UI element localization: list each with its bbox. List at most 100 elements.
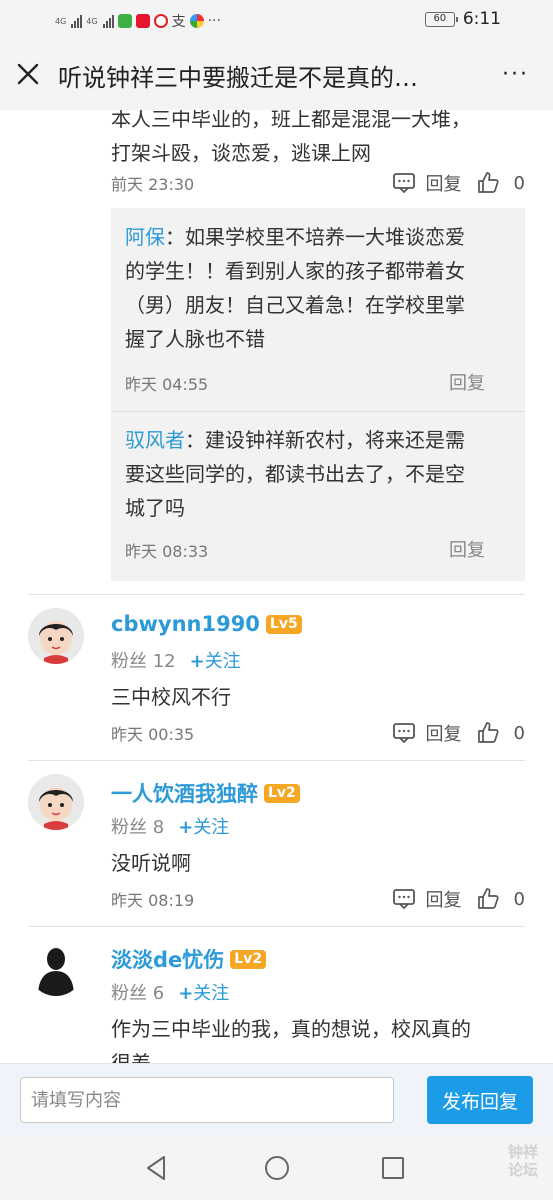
thumbs-up-icon[interactable] — [476, 171, 500, 195]
username-link[interactable]: 一人饮酒我独醉 — [111, 778, 258, 808]
like-count: 0 — [513, 722, 525, 744]
silhouette-avatar-icon — [28, 940, 84, 996]
publish-reply-button[interactable]: 发布回复 — [427, 1076, 533, 1124]
username-link[interactable]: cbwynn1990 — [111, 612, 260, 636]
fans-info: 粉丝 8 — [111, 813, 164, 839]
reply-input-bar: 发布回复 — [0, 1063, 553, 1135]
fans-label: 粉丝 — [111, 983, 147, 1004]
level-badge: Lv2 — [230, 949, 267, 969]
watermark: 钟祥论坛 — [507, 1143, 538, 1179]
system-nav-bar: 钟祥论坛 — [0, 1135, 553, 1200]
comment-list[interactable]: 本人三中毕业的，班上都是混混一大堆， 打架斗殴，谈恋爱，逃课上网 前天 23:3… — [0, 110, 553, 1063]
reply-button[interactable]: 回复 — [449, 536, 485, 562]
reply-button[interactable]: 回复 — [449, 369, 485, 395]
divider — [28, 760, 525, 761]
follow-button[interactable]: +关注 — [190, 647, 241, 673]
network-label-2: 4G — [86, 16, 98, 26]
comment-text-line: 打架斗殴，谈恋爱，逃课上网 — [111, 141, 371, 165]
reply-author[interactable]: 阿保 — [125, 225, 165, 249]
compass-app-icon — [189, 14, 204, 28]
reply-line: 的学生！！看到别人家的孩子都带着女 — [125, 259, 465, 283]
comment-text: 本人三中毕业的，班上都是混混一大堆， 打架斗殴，谈恋爱，逃课上网 — [111, 110, 531, 170]
comment-time: 昨天 00:35 — [111, 725, 195, 744]
reply-line: （男）朋友！自己又着急！在学校里掌 — [125, 293, 465, 317]
home-icon[interactable] — [262, 1153, 292, 1183]
comment-meta: 昨天 08:19 — [111, 884, 194, 914]
weibo-app-icon — [135, 14, 150, 28]
comment-actions: 回复 0 — [392, 884, 525, 914]
reply-line: 握了人脉也不错 — [125, 327, 265, 351]
fans-row: 粉丝 6 +关注 — [111, 979, 229, 1005]
fans-count: 8 — [152, 817, 165, 838]
battery-icon: 60 — [424, 11, 458, 27]
follow-button[interactable]: +关注 — [178, 979, 229, 1005]
more-menu-button[interactable]: ··· — [502, 62, 529, 87]
reply-button[interactable]: 回复 — [426, 170, 462, 196]
fans-info: 粉丝 6 — [111, 979, 164, 1005]
back-icon[interactable] — [142, 1153, 172, 1183]
avatar[interactable] — [28, 608, 84, 664]
comment-text: 没听说啊 — [111, 851, 191, 875]
plus-icon: + — [178, 817, 194, 838]
reply-button[interactable]: 回复 — [426, 720, 462, 746]
thumbs-up-icon[interactable] — [476, 887, 500, 911]
reply-time: 昨天 08:33 — [125, 542, 209, 561]
fans-row: 粉丝 12 +关注 — [111, 647, 241, 673]
reply-line: 要这些同学的，都读书出去了，不是空 — [125, 462, 465, 486]
fans-count: 12 — [152, 651, 176, 672]
comment-meta: 昨天 00:35 — [111, 718, 194, 748]
fans-info: 粉丝 12 — [111, 647, 176, 673]
plus-icon: + — [178, 983, 194, 1004]
reply-line: 如果学校里不培养一大堆谈恋爱 — [185, 225, 465, 249]
reply-item: 阿保：如果学校里不培养一大堆谈恋爱 的学生！！看到别人家的孩子都带着女 （男）朋… — [111, 208, 525, 411]
signal-icon-2 — [102, 14, 114, 28]
level-badge: Lv5 — [265, 614, 302, 634]
clock: 6:11 — [462, 9, 501, 29]
reply-item: 驭风者：建设钟祥新农村，将来还是需 要这些同学的，都读书出去了，不是空 城了吗 … — [111, 412, 525, 581]
fans-label: 粉丝 — [111, 817, 147, 838]
recent-apps-icon[interactable] — [378, 1153, 408, 1183]
comment-icon[interactable] — [392, 721, 416, 745]
status-right: 60 6:11 — [424, 9, 501, 29]
reply-author[interactable]: 驭风者 — [125, 428, 185, 452]
cartoon-avatar-icon — [28, 774, 84, 830]
reply-line: 建设钟祥新农村，将来还是需 — [205, 428, 465, 452]
comment-actions: 回复 0 — [392, 168, 525, 198]
follow-label: 关注 — [193, 817, 230, 838]
like-count: 0 — [513, 888, 525, 910]
username-link[interactable]: 淡淡de忧伤 — [111, 944, 224, 974]
reply-button[interactable]: 回复 — [426, 886, 462, 912]
alipay-app-icon: 支 — [171, 14, 186, 30]
close-icon[interactable] — [14, 60, 42, 88]
thumbs-up-icon[interactable] — [476, 721, 500, 745]
plus-icon: + — [189, 651, 205, 672]
follow-label: 关注 — [193, 983, 230, 1004]
fans-count: 6 — [152, 983, 165, 1004]
comment-icon[interactable] — [392, 887, 416, 911]
comment-icon[interactable] — [392, 171, 416, 195]
page-title: 听说钟祥三中要搬迁是不是真的… — [58, 64, 418, 92]
comment-time: 前天 23:30 — [111, 175, 195, 194]
reply-input[interactable] — [20, 1077, 394, 1123]
comment-text: 三中校风不行 — [111, 685, 231, 709]
status-bar: 4G 4G 支 ··· 60 6:11 — [0, 0, 553, 40]
signal-icon-1 — [71, 14, 83, 28]
comment-username: 一人饮酒我独醉 Lv2 — [111, 778, 300, 808]
avatar[interactable] — [28, 940, 84, 996]
comment-text-line: 很差 — [111, 1051, 151, 1063]
avatar[interactable] — [28, 774, 84, 830]
comment-username: 淡淡de忧伤 Lv2 — [111, 944, 267, 974]
fans-label: 粉丝 — [111, 651, 147, 672]
video-app-icon — [153, 14, 168, 28]
comment-meta: 前天 23:30 — [111, 168, 194, 198]
reply-separator: ： — [185, 428, 205, 452]
reply-line: 城了吗 — [125, 496, 185, 520]
network-label-1: 4G — [55, 16, 67, 26]
comment-username: cbwynn1990 Lv5 — [111, 612, 302, 636]
cartoon-avatar-icon — [28, 608, 84, 664]
reply-separator: ： — [165, 225, 185, 249]
follow-button[interactable]: +关注 — [178, 813, 229, 839]
more-notifications-icon: ··· — [207, 13, 221, 29]
reply-text: 驭风者：建设钟祥新农村，将来还是需 要这些同学的，都读书出去了，不是空 城了吗 — [125, 423, 510, 525]
reply-time: 昨天 04:55 — [125, 375, 209, 394]
